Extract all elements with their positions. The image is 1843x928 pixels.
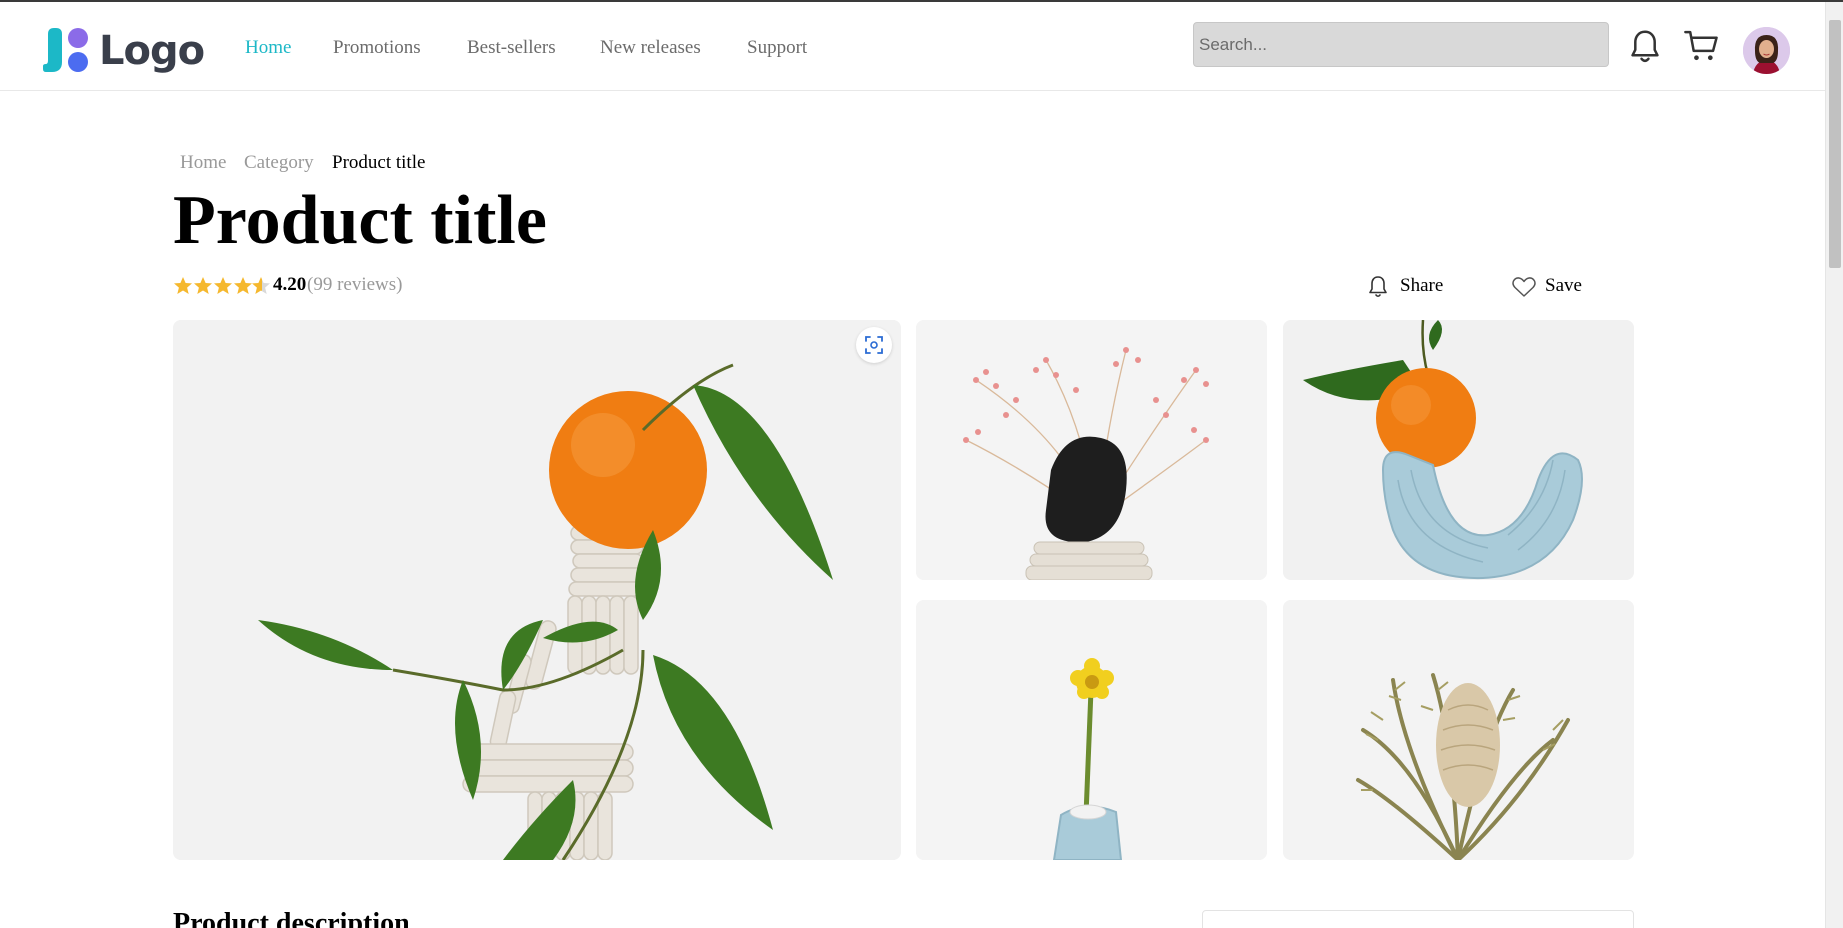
gallery-thumbnail-3[interactable] [916, 600, 1267, 860]
zoom-button[interactable] [856, 327, 892, 363]
nav-promotions[interactable]: Promotions [333, 37, 421, 59]
site-header: Logo Home Promotions Best-sellers New re… [0, 2, 1825, 91]
dried-flowers-image [916, 320, 1267, 580]
avatar-portrait-icon [1743, 27, 1790, 74]
logo-text: Logo [99, 28, 205, 74]
breadcrumb-current: Product title [332, 152, 426, 173]
yellow-flower-vase-image [916, 600, 1267, 860]
nav-support[interactable]: Support [747, 37, 807, 59]
gallery-thumbnail-4[interactable] [1283, 600, 1634, 860]
share-label: Share [1400, 275, 1444, 296]
gallery-thumbnail-1[interactable] [916, 320, 1267, 580]
cart-icon[interactable] [1684, 29, 1720, 63]
page-title: Product title [173, 182, 547, 259]
focus-zoom-icon [865, 336, 883, 354]
reviews-count-link[interactable]: (99 reviews) [307, 274, 403, 296]
nav-new-releases[interactable]: New releases [600, 37, 701, 59]
breadcrumb-home[interactable]: Home [180, 152, 226, 174]
save-label: Save [1545, 275, 1582, 296]
user-avatar[interactable] [1743, 27, 1790, 74]
gallery-thumbnail-2[interactable] [1283, 320, 1634, 580]
search-input[interactable] [1193, 22, 1609, 67]
site-logo[interactable]: Logo [42, 26, 205, 76]
logo-mark-icon [43, 28, 88, 72]
product-description-heading: Product description [173, 908, 410, 928]
orange-blue-arc-image [1283, 320, 1634, 580]
rating-value: 4.20 [273, 274, 307, 295]
page-scrollbar[interactable] [1825, 2, 1843, 928]
nav-home[interactable]: Home [245, 37, 291, 59]
heart-icon [1512, 277, 1536, 297]
orange-tower-image [173, 320, 901, 860]
nav-best-sellers[interactable]: Best-sellers [467, 37, 556, 59]
purchase-card [1202, 910, 1634, 928]
breadcrumb-category[interactable]: Category [244, 152, 314, 174]
scrollbar-thumb[interactable] [1829, 20, 1841, 268]
rating-stars-icon [174, 277, 270, 294]
bell-icon[interactable] [1628, 29, 1662, 65]
gallery-main-image[interactable] [173, 320, 901, 860]
dried-protea-image [1283, 600, 1634, 860]
share-bell-icon [1369, 276, 1387, 298]
